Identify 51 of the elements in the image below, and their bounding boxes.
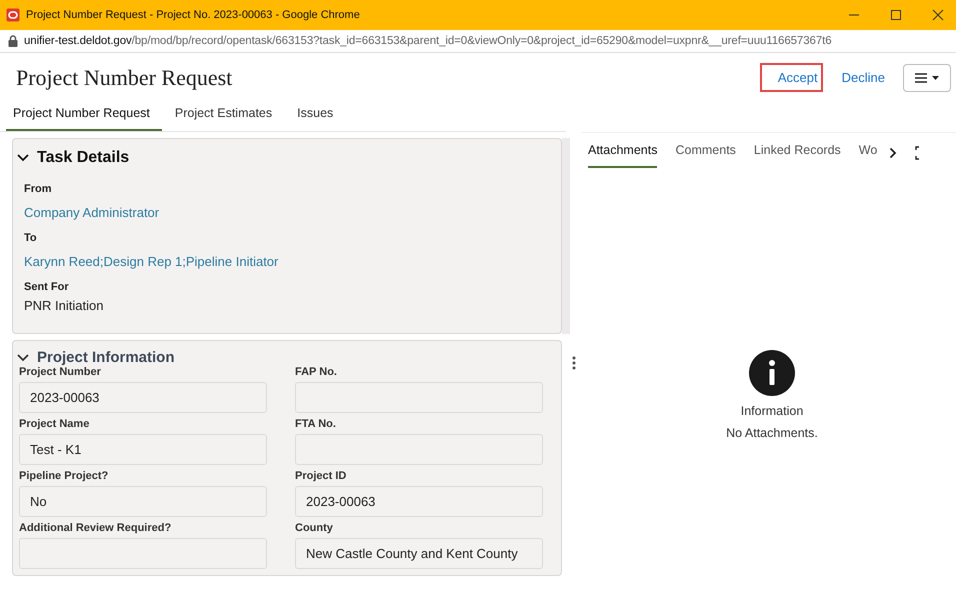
field-label: Sent For (24, 281, 69, 293)
field-label: FTA No. (295, 418, 337, 430)
menu-icon (914, 72, 940, 84)
input-field[interactable] (19, 538, 267, 569)
user-link[interactable]: Karynn Reed;Design Rep 1;Pipeline Initiator (24, 254, 278, 269)
field-label: Project Name (19, 418, 90, 430)
empty-state-message: No Attachments. (726, 426, 818, 440)
action-link[interactable]: Decline (824, 63, 890, 92)
tab[interactable]: Project Number Request (6, 98, 162, 131)
splitter-handle-icon[interactable] (572, 356, 576, 370)
input-field[interactable]: Test - K1 (19, 434, 267, 465)
input-field[interactable]: 2023-00063 (295, 486, 543, 517)
browser-app-icon (6, 8, 20, 22)
close-icon[interactable] (932, 9, 944, 21)
empty-state-title: Information (740, 404, 804, 418)
field-label: County (295, 522, 334, 534)
info-icon (749, 350, 795, 396)
chevron-icon[interactable] (17, 354, 29, 362)
input-field[interactable]: 2023-00063 (19, 382, 267, 413)
field-label: From (24, 183, 52, 195)
page-title: Project Number Request (16, 64, 232, 90)
expand-icon[interactable] (915, 146, 922, 160)
input-field[interactable]: No (19, 486, 267, 517)
section-title: Task Details (37, 149, 130, 167)
tab[interactable]: Comments (675, 137, 736, 168)
tab[interactable]: Attachments (588, 137, 658, 168)
tab[interactable]: Wo (858, 137, 878, 168)
action-link[interactable]: Accept (760, 63, 823, 92)
tab[interactable]: Project Estimates (168, 98, 284, 131)
field-value: PNR Initiation (24, 298, 104, 313)
chevron-icon[interactable] (17, 154, 29, 162)
scrollbar-track[interactable] (562, 138, 570, 334)
user-link[interactable]: Company Administrator (24, 205, 160, 220)
field-label: Additional Review Required? (19, 522, 172, 534)
field-label: Pipeline Project? (19, 470, 110, 482)
field-label: To (24, 232, 37, 244)
input-field[interactable] (295, 434, 543, 465)
lock-icon (8, 35, 18, 47)
menu-button[interactable] (903, 64, 951, 92)
input-field[interactable] (295, 382, 543, 413)
tab[interactable]: Linked Records (754, 137, 841, 168)
field-label: Project Number (19, 366, 102, 378)
url-text[interactable]: unifier-test.deldot.gov/bp/mod/bp/record/opentask/663153?task_id=663153&parent_id=0&viewOnly=0&project_id=65290&model=uxpnr&__uref=uuu116657367t6 (24, 35, 832, 47)
maximize-icon[interactable] (890, 9, 902, 21)
chevron-right-icon[interactable] (889, 146, 898, 158)
input-field[interactable]: New Castle County and Kent County (295, 538, 543, 569)
field-label: Project ID (295, 470, 348, 482)
window-title: Project Number Request - Project No. 2023-00063 - Google Chrome (26, 9, 360, 21)
field-label: FAP No. (295, 366, 338, 378)
tab[interactable]: Issues (290, 98, 346, 131)
section-title: Project Information (37, 349, 175, 366)
